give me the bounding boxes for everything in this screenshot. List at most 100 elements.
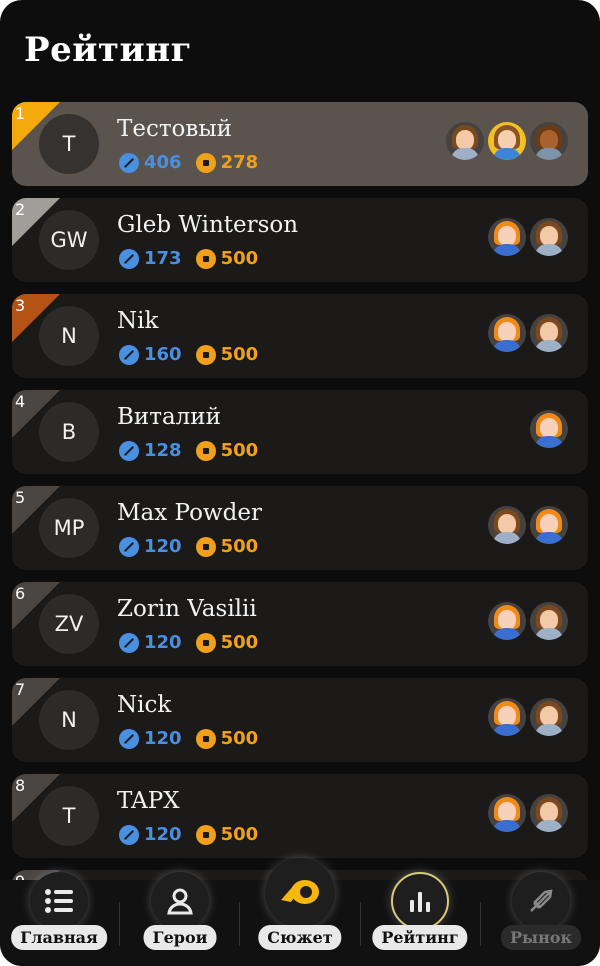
leaderboard-row[interactable]: 6 ZV Zorin Vasilii 120 500 [12,582,588,666]
coins-stat: 500 [195,248,259,269]
coins-value: 500 [220,440,259,461]
leaderboard-row[interactable]: 2 GW Gleb Winterson 173 500 [12,198,588,282]
player-name: Max Powder [117,500,262,526]
player-stats: 120 500 [119,536,272,557]
score-currency-icon [119,248,139,269]
player-stats: 120 500 [119,824,272,845]
rank-number: 9 [15,872,25,880]
avatar: ZV [39,594,99,654]
avatar: T [39,786,99,846]
coins-value: 500 [220,536,259,557]
tab-label: Главная [11,925,107,950]
score-currency-icon [119,440,139,461]
coins-value: 500 [220,728,259,749]
score-value: 406 [144,152,182,173]
score-value: 128 [144,440,182,461]
tab-main[interactable]: Главная [4,872,114,966]
score-value: 120 [144,824,182,845]
coins-value: 500 [220,344,259,365]
hero-boy-icon [488,506,526,544]
coins-stat: 500 [195,440,259,461]
score-stat: 128 [119,440,182,461]
avatar: B [39,402,99,462]
hero-girl-icon [488,698,526,736]
hero-girl-icon [488,794,526,832]
tab-separator [360,902,361,946]
coin-icon [195,536,216,557]
avatar: MP [39,498,99,558]
player-stats: 173 500 [119,248,272,269]
avatar: N [39,306,99,366]
hero-girl-icon [488,314,526,352]
score-value: 173 [144,248,182,269]
bottom-tab-bar: Главная Герои Сюжет Рейтинг Рынок [0,858,600,966]
hero-avatars [484,314,568,352]
player-name: TAPX [117,788,180,814]
player-stats: 406 278 [119,152,272,173]
tab-label: Рынок [500,925,582,950]
coins-stat: 500 [195,344,259,365]
leaderboard-row[interactable]: 4 B Виталий 128 500 [12,390,588,474]
rank-number: 5 [15,488,26,507]
coins-stat: 500 [195,728,259,749]
coin-icon [195,632,216,653]
leaderboard-row[interactable]: 7 N Nick 120 500 [12,678,588,762]
tab-separator [119,902,120,946]
avatar: N [39,690,99,750]
tab-label: Сюжет [258,925,342,950]
leaderboard-list[interactable]: 1 T Тестовый 406 278 2 GW Gleb Winterson 173 500 3… [0,0,600,880]
tab-label: Рейтинг [372,925,468,950]
score-currency-icon [119,536,139,557]
coin-icon [195,440,216,461]
score-value: 120 [144,632,182,653]
rank-number: 7 [15,680,26,699]
coins-value: 500 [220,248,259,269]
story-logo-icon [265,858,335,928]
score-currency-icon [119,344,139,365]
score-stat: 173 [119,248,182,269]
tab-market[interactable]: Рынок [486,872,596,966]
hero-boy-icon [530,698,568,736]
rank-number: 4 [15,392,26,411]
tab-separator [239,902,240,946]
leaderboard-row[interactable]: 5 MP Max Powder 120 500 [12,486,588,570]
player-name: Zorin Vasilii [117,596,257,622]
coins-stat: 500 [195,632,259,653]
coins-stat: 278 [195,152,258,173]
rank-number: 6 [15,584,26,603]
score-currency-icon [119,152,139,173]
rank-number: 1 [15,104,26,123]
hero-boy-icon [530,602,568,640]
app-screen: 1 T Тестовый 406 278 2 GW Gleb Winterson 173 500 3… [0,0,600,966]
leaderboard-row[interactable]: 8 T TAPX 120 500 [12,774,588,858]
player-stats: 120 500 [119,632,272,653]
hero-avatars [484,218,568,256]
tab-rating[interactable]: Рейтинг [365,872,475,966]
tab-separator [480,902,481,946]
hero-girl-icon [488,602,526,640]
tab-heroes[interactable]: Герои [125,872,235,966]
hero-boy-icon [530,794,568,832]
hero-girl-icon [530,506,568,544]
score-stat: 160 [119,344,182,365]
leaderboard-row[interactable]: 3 N Nik 160 500 [12,294,588,378]
hero-dark-girl-icon [530,122,568,160]
leaderboard-row[interactable]: 1 T Тестовый 406 278 [12,102,588,186]
score-stat: 120 [119,824,182,845]
hero-boy-selected-icon [488,122,526,160]
tab-story[interactable]: Сюжет [245,858,355,966]
coin-icon [195,152,216,173]
score-stat: 406 [119,152,182,173]
score-value: 120 [144,728,182,749]
coin-icon [195,728,216,749]
player-stats: 160 500 [119,344,272,365]
sword-icon [512,872,570,930]
avatar: T [39,114,99,174]
hero-girl-icon [530,410,568,448]
coins-value: 500 [220,632,259,653]
rank-number: 2 [15,200,26,219]
score-stat: 120 [119,536,182,557]
rank-number: 8 [15,776,26,795]
list-icon [30,872,88,930]
hero-avatars [484,698,568,736]
